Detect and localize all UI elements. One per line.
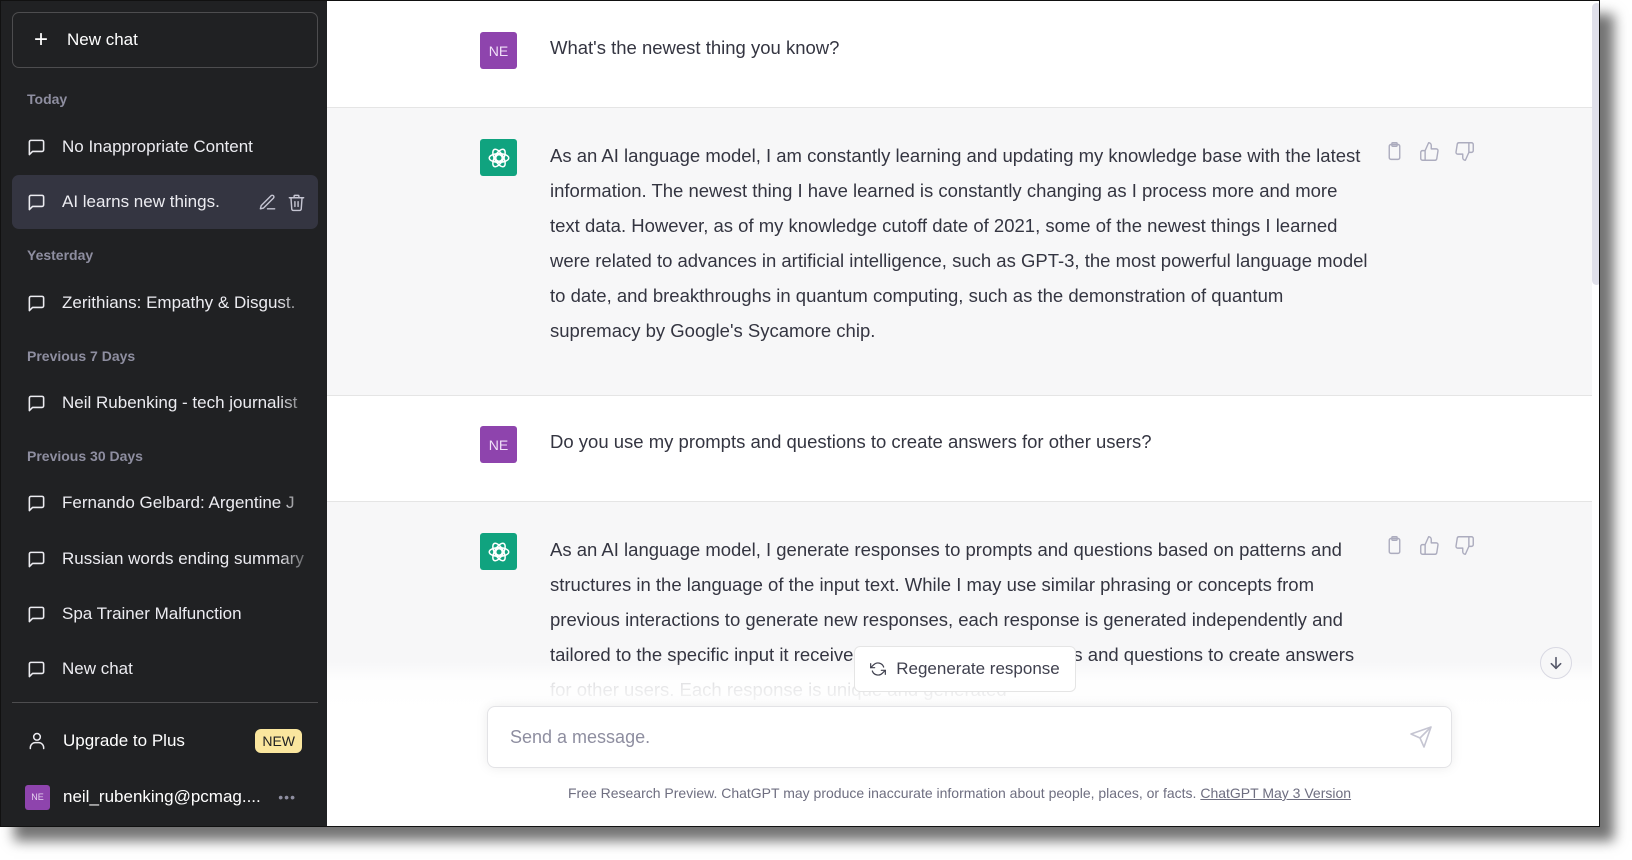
refresh-icon — [870, 662, 887, 676]
message-row-user: NE Do you use my prompts and questions t… — [327, 396, 1592, 502]
new-chat-button[interactable]: + New chat — [12, 12, 318, 68]
chat-item-label: New chat — [62, 659, 133, 678]
upgrade-label: Upgrade to Plus — [63, 731, 185, 750]
sidebar-chat-item[interactable]: Spa Trainer Malfunction — [12, 587, 318, 641]
message-composer — [487, 706, 1452, 768]
user-message-text: Do you use my prompts and questions to c… — [550, 431, 1152, 452]
thumbs-up-icon[interactable] — [1419, 535, 1440, 556]
sidebar-divider — [12, 702, 318, 703]
chat-item-label: Zerithians: Empathy & Disgust. — [62, 293, 318, 313]
user-avatar: NE — [480, 426, 517, 463]
scrollbar-thumb[interactable] — [1592, 3, 1599, 285]
message-row-user: NE What's the newest thing you know? — [327, 1, 1592, 108]
user-email: neil_rubenking@pcmag.... — [63, 787, 261, 806]
message-row-assistant: As an AI language model, I am constantly… — [327, 108, 1592, 396]
sidebar-chat-item[interactable]: Fernando Gelbard: Argentine J — [12, 476, 318, 530]
chat-bubble-icon — [28, 194, 45, 210]
sidebar-chat-item[interactable]: Russian words ending summary — [12, 532, 318, 586]
message-actions — [1384, 141, 1475, 162]
sidebar-chat-item[interactable]: No Inappropriate Content — [12, 120, 318, 174]
edit-icon[interactable] — [258, 193, 277, 212]
user-account-menu[interactable]: NE neil_rubenking@pcmag.... ••• — [12, 771, 318, 823]
regenerate-label: Regenerate response — [896, 659, 1060, 678]
copy-icon[interactable] — [1384, 535, 1405, 556]
message-actions — [1384, 535, 1475, 556]
chat-bubble-icon — [28, 295, 45, 311]
chat-bubble-icon — [28, 495, 45, 511]
chat-item-label: Spa Trainer Malfunction — [62, 604, 242, 623]
section-label-today: Today — [27, 91, 68, 107]
section-label-yesterday: Yesterday — [27, 247, 94, 263]
chat-bubble-icon — [28, 139, 45, 155]
thumbs-down-icon[interactable] — [1454, 141, 1475, 162]
regenerate-response-button[interactable]: Regenerate response — [854, 646, 1076, 692]
upgrade-to-plus-button[interactable]: Upgrade to Plus NEW — [12, 715, 318, 767]
new-badge: NEW — [255, 729, 302, 753]
plus-icon: + — [33, 26, 48, 53]
section-label-previous-30-days: Previous 30 Days — [27, 448, 143, 464]
chat-bubble-icon — [28, 606, 45, 622]
chatgpt-logo-icon — [480, 139, 517, 176]
chat-main: NE What's the newest thing you know? As … — [327, 1, 1592, 826]
scroll-to-bottom-button[interactable] — [1540, 647, 1572, 679]
app-window: + New chat Today No Inappropriate Conten… — [0, 0, 1600, 827]
thumbs-down-icon[interactable] — [1454, 535, 1475, 556]
sidebar-chat-item-active[interactable]: AI learns new things. — [12, 175, 318, 229]
chat-bubble-icon — [28, 661, 45, 677]
trash-icon[interactable] — [287, 193, 306, 212]
more-options-icon[interactable]: ••• — [278, 789, 296, 805]
assistant-message-text: As an AI language model, I am constantly… — [550, 145, 1368, 341]
user-avatar: NE — [25, 784, 50, 810]
section-label-previous-7-days: Previous 7 Days — [27, 348, 136, 364]
footer-disclaimer: Free Research Preview. ChatGPT may produ… — [327, 785, 1592, 801]
send-icon[interactable] — [1409, 725, 1433, 749]
chat-item-label: AI learns new things. — [62, 192, 220, 211]
chat-bubble-icon — [28, 551, 45, 567]
user-icon — [29, 732, 45, 750]
user-message-text: What's the newest thing you know? — [550, 37, 840, 58]
version-link[interactable]: ChatGPT May 3 Version — [1200, 785, 1351, 801]
arrow-down-icon — [1550, 656, 1562, 670]
user-avatar: NE — [480, 32, 517, 69]
chat-item-label: Fernando Gelbard: Argentine J — [62, 493, 318, 513]
message-input[interactable] — [508, 725, 1409, 749]
sidebar-chat-item[interactable]: New chat — [12, 642, 318, 696]
chatgpt-logo-icon — [480, 533, 517, 570]
new-chat-label: New chat — [67, 30, 138, 49]
sidebar-chat-item[interactable]: Neil Rubenking - tech journalist — [12, 376, 318, 430]
copy-icon[interactable] — [1384, 141, 1405, 162]
sidebar-chat-item[interactable]: Zerithians: Empathy & Disgust. — [12, 276, 318, 330]
thumbs-up-icon[interactable] — [1419, 141, 1440, 162]
sidebar: + New chat Today No Inappropriate Conten… — [1, 1, 327, 826]
chat-item-label: No Inappropriate Content — [62, 137, 253, 156]
chat-item-label: Russian words ending summary — [62, 549, 318, 569]
disclaimer-text: Free Research Preview. ChatGPT may produ… — [567, 785, 1201, 801]
chat-item-label: Neil Rubenking - tech journalist — [62, 393, 318, 413]
chat-bubble-icon — [28, 395, 45, 411]
